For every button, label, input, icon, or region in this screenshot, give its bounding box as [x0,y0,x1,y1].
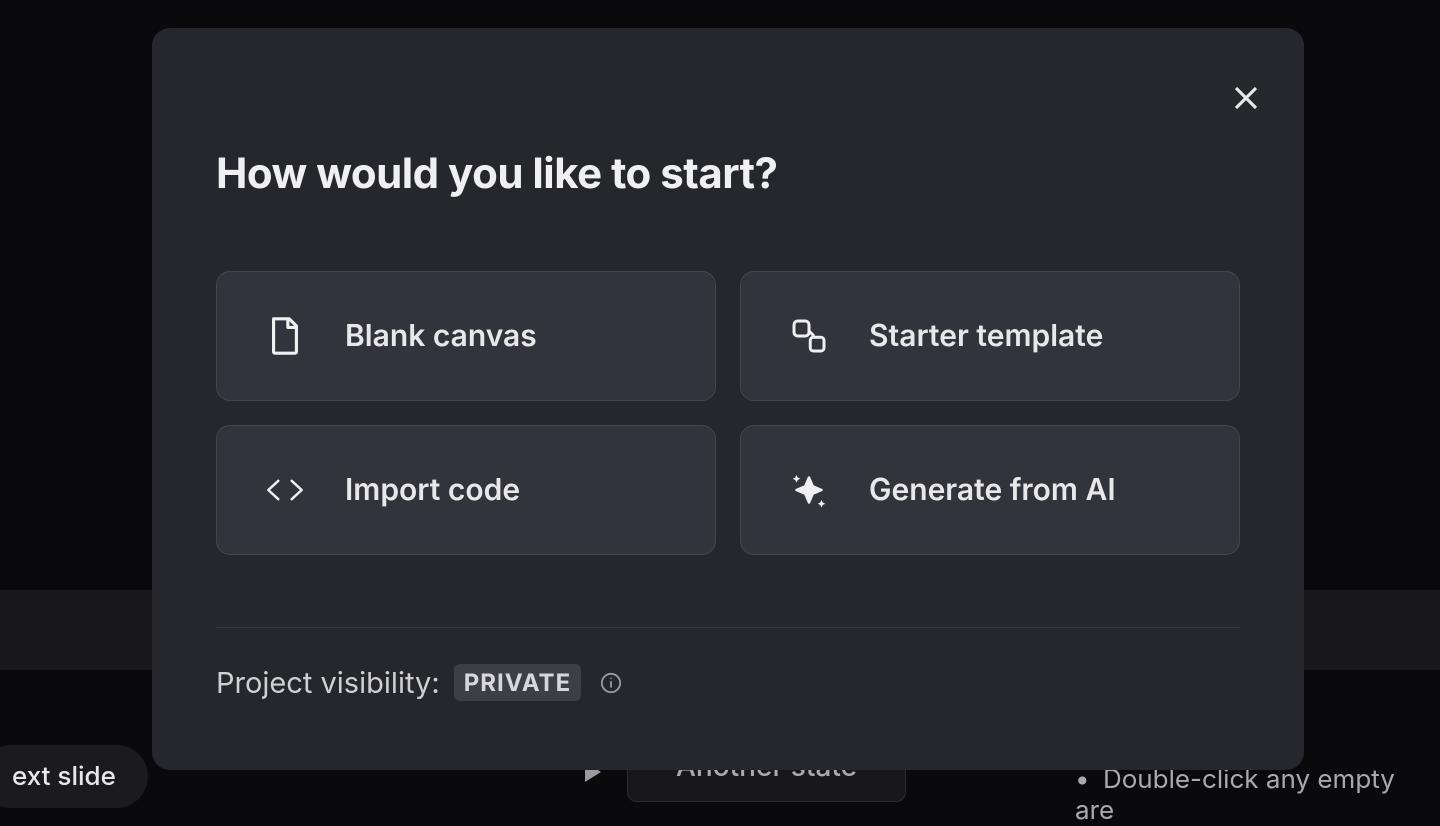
visibility-label: Project visibility: [216,665,440,700]
background-hint-text: Double-click any empty are [1075,764,1440,826]
modal-title: How would you like to start? [216,148,1240,199]
project-visibility-row: Project visibility: PRIVATE [216,664,1240,701]
shapes-icon [789,316,829,356]
background-pill: ext slide [0,745,148,808]
close-button[interactable] [1224,76,1268,120]
option-label: Blank canvas [345,318,537,354]
divider [216,627,1240,628]
start-project-modal: How would you like to start? Blank canva… [152,28,1304,770]
option-blank-canvas[interactable]: Blank canvas [216,271,716,401]
code-icon [265,470,305,510]
close-icon [1231,83,1261,113]
option-import-code[interactable]: Import code [216,425,716,555]
visibility-badge[interactable]: PRIVATE [454,664,581,701]
file-icon [265,316,305,356]
option-label: Starter template [869,318,1103,354]
option-starter-template[interactable]: Starter template [740,271,1240,401]
info-icon[interactable] [599,671,623,695]
option-generate-ai[interactable]: Generate from AI [740,425,1240,555]
option-label: Import code [345,472,520,508]
sparkle-icon [789,470,829,510]
start-options-grid: Blank canvas Starter template [216,271,1240,555]
option-label: Generate from AI [869,472,1116,508]
